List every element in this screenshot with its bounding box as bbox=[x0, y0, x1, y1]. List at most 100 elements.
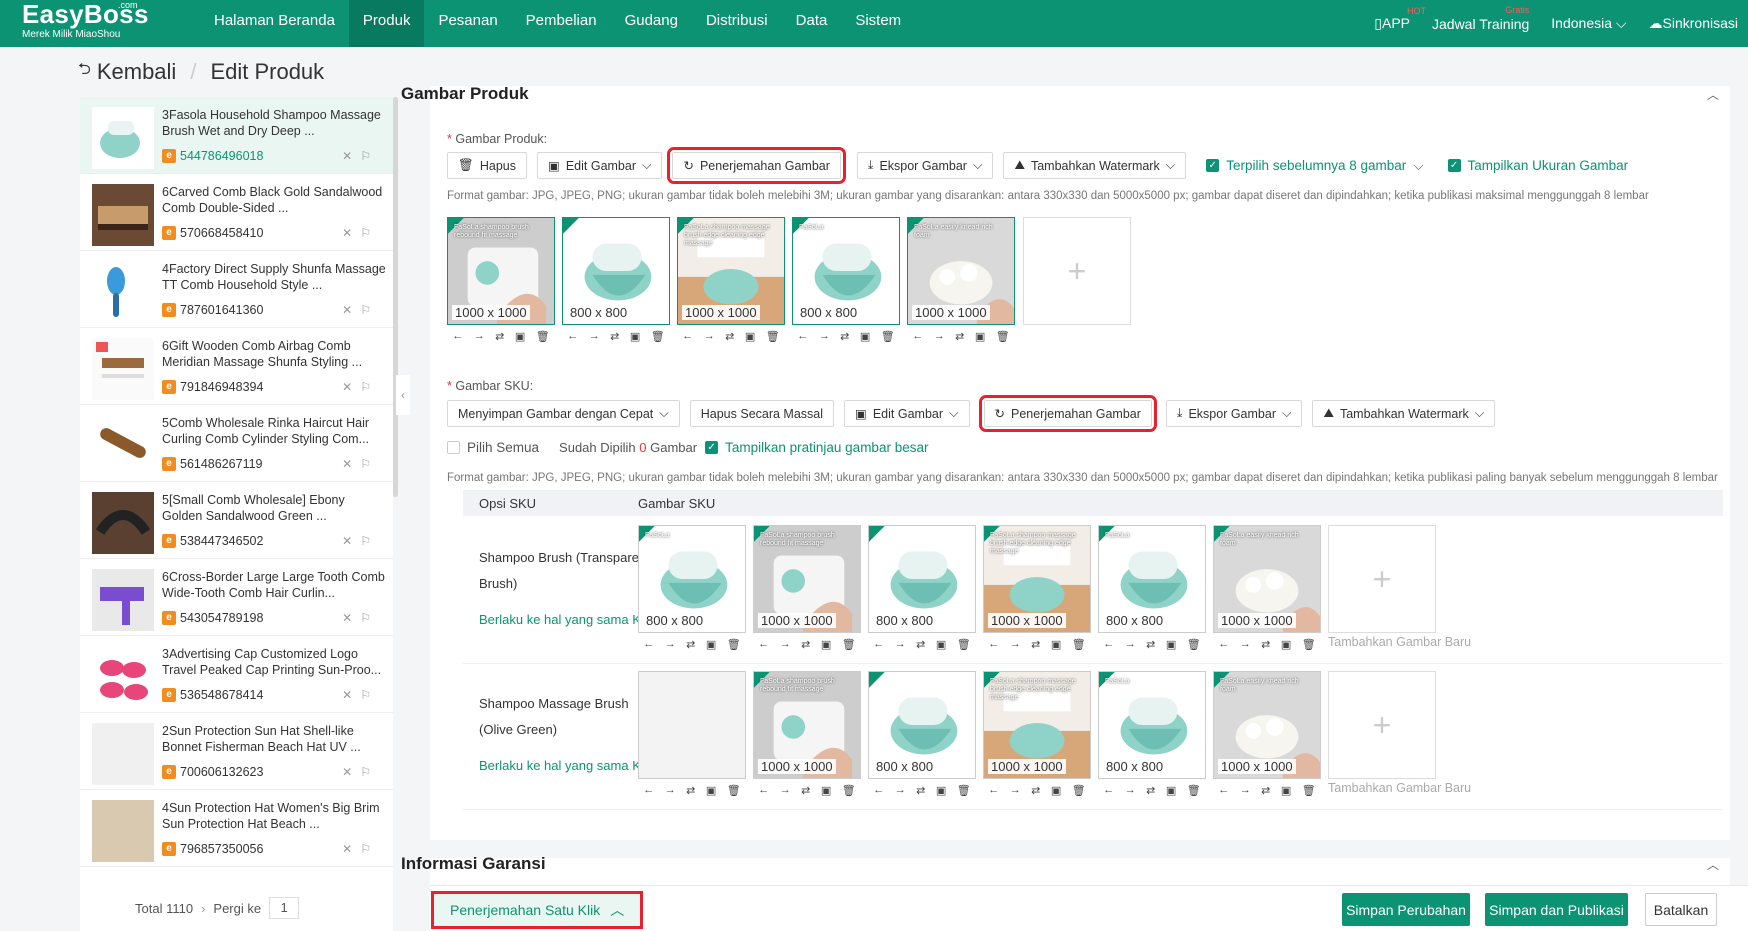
arrow-right-icon[interactable]: → bbox=[474, 330, 485, 342]
arrow-left-icon[interactable]: ← bbox=[643, 784, 654, 796]
trash-icon[interactable]: 🗑 bbox=[651, 330, 665, 343]
save-publish-button[interactable]: Simpan dan Publikasi bbox=[1485, 893, 1628, 926]
arrow-right-icon[interactable]: → bbox=[1240, 784, 1251, 796]
trash-icon[interactable]: 🗑 bbox=[1072, 784, 1086, 797]
bulk-delete-button[interactable]: Hapus Secara Massal bbox=[689, 400, 835, 427]
flag-icon[interactable]: ⚐ bbox=[360, 842, 379, 856]
add-sku-image-button[interactable]: + bbox=[1328, 671, 1436, 779]
close-icon[interactable]: ✕ bbox=[342, 380, 360, 394]
image-preview[interactable]: FaSoLa shampoo massage brush edge cleani… bbox=[983, 671, 1091, 779]
arrow-right-icon[interactable]: → bbox=[1125, 638, 1136, 650]
arrow-left-icon[interactable]: ← bbox=[1103, 784, 1114, 796]
image-thumbnail[interactable]: FaSoLa shampoo brush rebound fit massage… bbox=[753, 525, 861, 656]
image-preview[interactable]: FaSoLa shampoo brush rebound fit massage… bbox=[447, 217, 555, 325]
image-icon[interactable]: ▣ bbox=[706, 784, 716, 797]
image-thumbnail[interactable]: FaSoLa easily knead rich foam 1000 x 1000… bbox=[907, 217, 1015, 348]
image-icon[interactable]: ▣ bbox=[1281, 784, 1291, 797]
logo[interactable]: EasyBoss .com Merek Milik MiaoShou bbox=[22, 1, 149, 40]
arrow-left-icon[interactable]: ← bbox=[873, 784, 884, 796]
arrow-right-icon[interactable]: → bbox=[665, 638, 676, 650]
collapse-panel-icon[interactable]: ‹ bbox=[396, 375, 410, 415]
sku-edit-image-button[interactable]: ▣ Edit Gambar ⌵ bbox=[844, 400, 970, 427]
flag-icon[interactable]: ⚐ bbox=[360, 611, 379, 625]
image-thumbnail[interactable]: FaSoLa shampoo brush rebound fit massage… bbox=[447, 217, 555, 348]
swap-icon[interactable]: ⇄ bbox=[1261, 784, 1270, 797]
arrow-right-icon[interactable]: → bbox=[895, 784, 906, 796]
trash-icon[interactable]: 🗑 bbox=[881, 330, 895, 343]
image-preview[interactable]: FaSoLa easily knead rich foam 1000 x 1000 bbox=[907, 217, 1015, 325]
swap-icon[interactable]: ⇄ bbox=[840, 330, 849, 343]
arrow-left-icon[interactable]: ← bbox=[1218, 638, 1229, 650]
flag-icon[interactable]: ⚐ bbox=[360, 303, 379, 317]
product-list-scrollbar[interactable] bbox=[393, 97, 398, 497]
image-thumbnail[interactable]: FaSoLa easily knead rich foam 1000 x 1000… bbox=[1213, 525, 1321, 656]
nav-item-halaman-beranda[interactable]: Halaman Beranda bbox=[200, 0, 349, 47]
image-thumbnail[interactable]: FaSoLa shampoo massage brush edge cleani… bbox=[983, 525, 1091, 656]
page-input[interactable]: 1 bbox=[269, 897, 300, 919]
arrow-left-icon[interactable]: ← bbox=[643, 638, 654, 650]
watermark-button[interactable]: ⛰ Tambahkan Watermark ⌵ bbox=[1003, 152, 1187, 179]
arrow-left-icon[interactable]: ← bbox=[797, 330, 808, 342]
image-icon[interactable]: ▣ bbox=[630, 330, 640, 343]
apply-same-link[interactable]: Berlaku ke hal yang sama Keluaran bbox=[479, 758, 659, 773]
sku-image-translate-button[interactable]: ↻ Penerjemahan Gambar bbox=[978, 395, 1157, 432]
image-preview[interactable]: 800 x 800 bbox=[868, 671, 976, 779]
flag-icon[interactable]: ⚐ bbox=[360, 457, 379, 471]
product-list-item[interactable]: 6Cross-Border Large Large Tooth Comb Wid… bbox=[80, 559, 393, 636]
image-icon[interactable]: ▣ bbox=[936, 638, 946, 651]
show-preview-checkbox[interactable]: ✓ Tampilkan pratinjau gambar besar bbox=[705, 440, 928, 455]
flag-icon[interactable]: ⚐ bbox=[360, 149, 379, 163]
nav-item-data[interactable]: Data bbox=[782, 0, 842, 47]
select-all-checkbox[interactable]: Pilih Semua bbox=[447, 440, 539, 455]
training-link[interactable]: Jadwal Training Gratis bbox=[1432, 5, 1529, 32]
arrow-right-icon[interactable]: → bbox=[589, 330, 600, 342]
image-preview[interactable]: FaSoLa shampoo massage brush edge cleani… bbox=[677, 217, 785, 325]
arrow-left-icon[interactable]: ← bbox=[988, 784, 999, 796]
arrow-left-icon[interactable]: ← bbox=[988, 638, 999, 650]
save-changes-button[interactable]: Simpan Perubahan bbox=[1342, 893, 1470, 926]
trash-icon[interactable]: 🗑 bbox=[1302, 638, 1316, 651]
product-list-item[interactable]: 4Factory Direct Supply Shunfa Massage TT… bbox=[80, 251, 393, 328]
close-icon[interactable]: ✕ bbox=[342, 303, 360, 317]
image-icon[interactable]: ▣ bbox=[1281, 638, 1291, 651]
product-list-item[interactable]: 2Sun Protection Sun Hat Shell-like Bonne… bbox=[80, 713, 393, 790]
image-preview[interactable]: FaSoLa shampoo brush rebound fit massage… bbox=[753, 525, 861, 633]
close-icon[interactable]: ✕ bbox=[342, 534, 360, 548]
image-icon[interactable]: ▣ bbox=[975, 330, 985, 343]
image-preview[interactable] bbox=[638, 671, 746, 779]
close-icon[interactable]: ✕ bbox=[342, 688, 360, 702]
image-preview[interactable]: FaSoLa shampoo brush rebound fit massage… bbox=[753, 671, 861, 779]
nav-item-sistem[interactable]: Sistem bbox=[841, 0, 915, 47]
image-thumbnail[interactable]: ← → ⇄ ▣ 🗑 bbox=[638, 671, 746, 802]
flag-icon[interactable]: ⚐ bbox=[360, 688, 379, 702]
swap-icon[interactable]: ⇄ bbox=[725, 330, 734, 343]
trash-icon[interactable]: 🗑 bbox=[842, 638, 856, 651]
close-icon[interactable]: ✕ bbox=[342, 611, 360, 625]
trash-icon[interactable]: 🗑 bbox=[1302, 784, 1316, 797]
product-list-item[interactable]: 5[Small Comb Wholesale] Ebony Golden San… bbox=[80, 482, 393, 559]
chevron-up-icon[interactable]: ︿ bbox=[1707, 86, 1719, 103]
swap-icon[interactable]: ⇄ bbox=[686, 784, 695, 797]
swap-icon[interactable]: ⇄ bbox=[1031, 784, 1040, 797]
arrow-left-icon[interactable]: ← bbox=[567, 330, 578, 342]
arrow-right-icon[interactable]: → bbox=[895, 638, 906, 650]
image-thumbnail[interactable]: FaSoLa shampoo massage brush edge cleani… bbox=[983, 671, 1091, 802]
arrow-right-icon[interactable]: → bbox=[780, 784, 791, 796]
image-thumbnail[interactable]: FaSoLa 800 x 800 ← → ⇄ ▣ 🗑 bbox=[638, 525, 746, 656]
arrow-left-icon[interactable]: ← bbox=[452, 330, 463, 342]
trash-icon[interactable]: 🗑 bbox=[957, 638, 971, 651]
language-select[interactable]: Indonesia ⌵ bbox=[1551, 15, 1626, 32]
arrow-right-icon[interactable]: → bbox=[665, 784, 676, 796]
flag-icon[interactable]: ⚐ bbox=[360, 380, 379, 394]
flag-icon[interactable]: ⚐ bbox=[360, 534, 379, 548]
image-icon[interactable]: ▣ bbox=[1051, 784, 1061, 797]
add-new-image-label[interactable]: Tambahkan Gambar Baru bbox=[1328, 781, 1471, 795]
image-icon[interactable]: ▣ bbox=[1166, 784, 1176, 797]
trash-icon[interactable]: 🗑 bbox=[1187, 784, 1201, 797]
product-list-item[interactable]: 3Advertising Cap Customized Logo Travel … bbox=[80, 636, 393, 713]
arrow-left-icon[interactable]: ← bbox=[1218, 784, 1229, 796]
arrow-left-icon[interactable]: ← bbox=[682, 330, 693, 342]
image-translate-button[interactable]: ↻ Penerjemahan Gambar bbox=[667, 147, 846, 184]
nav-item-distribusi[interactable]: Distribusi bbox=[692, 0, 782, 47]
chevron-right-icon[interactable]: › bbox=[201, 901, 205, 916]
